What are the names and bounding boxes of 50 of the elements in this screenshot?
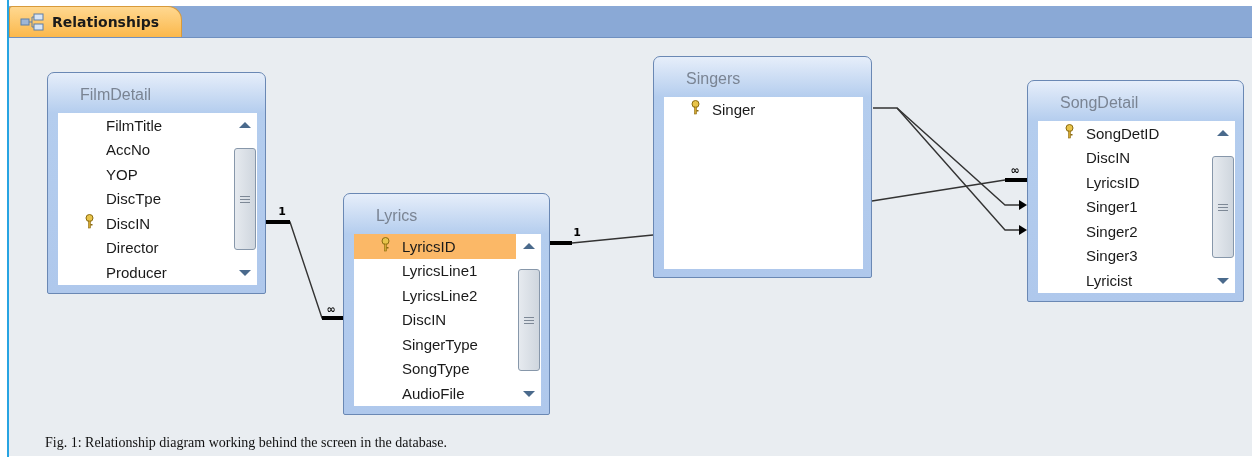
field-item[interactable]: Singer [664,97,863,122]
field-item[interactable]: Director [58,235,232,260]
field-item[interactable]: FilmTitle [58,113,232,138]
key-icon [1065,124,1074,139]
field-item[interactable]: Singer3 [1038,243,1210,268]
field-item[interactable]: DiscIN [354,307,516,332]
field-item[interactable]: LyricsID [354,234,516,259]
cardinality-label: 1 [278,205,286,218]
field-item[interactable]: DiscTpe [58,186,232,211]
field-item[interactable]: LyricsLine1 [354,258,516,283]
field-item[interactable]: YOP [58,162,232,187]
field-item[interactable]: SongDetID [1038,121,1210,146]
relationship-line[interactable] [871,178,1028,202]
table-window[interactable]: Singers Singer [653,56,872,278]
scroll-down-icon[interactable] [521,390,536,398]
field-item[interactable]: Singer1 [1038,194,1210,219]
scroll-up-icon[interactable] [237,121,252,129]
cardinality-label: ∞ [326,303,336,316]
field-item[interactable]: SongType [354,356,516,381]
scroll-up-icon[interactable] [521,242,536,250]
key-icon [381,237,390,252]
cardinality-label: 1 [573,226,581,239]
field-item[interactable]: Lyricist [1038,268,1210,293]
field-item[interactable]: Producer [58,260,232,285]
table-window[interactable]: Lyrics LyricsID LyricsLine1 LyricsLine2 DiscIN SingerType SongType AudioFile [343,193,550,415]
relationship-line[interactable] [896,107,1027,235]
key-icon [85,214,94,229]
scroll-up-icon[interactable] [1215,129,1230,137]
field-item[interactable]: AccNo [58,137,232,162]
table-title: FilmDetail [79,85,153,105]
table-window[interactable]: FilmDetail FilmTitle AccNo YOP DiscTpe DiscIN Director Producer [47,72,266,294]
relationships-tab[interactable]: Relationships [9,6,183,37]
field-item[interactable]: SingerType [354,332,516,357]
table-title: Lyrics [375,206,419,226]
relationships-icon [20,13,44,31]
field-item[interactable]: AudioFile [354,381,516,406]
table-title: SongDetail [1059,93,1140,113]
field-item[interactable]: Singer2 [1038,219,1210,244]
table-window[interactable]: SongDetail SongDetID DiscIN LyricsID Singer1 Singer2 Singer3 Lyricist [1027,80,1244,302]
cardinality-label: ∞ [1010,164,1020,177]
table-title: Singers [685,69,742,89]
field-item[interactable]: LyricsID [1038,170,1210,195]
key-icon [691,100,700,115]
figure-caption: Fig. 1: Relationship diagram working behind the screen in the database. [45,435,447,451]
relationship-line[interactable] [872,107,1027,210]
scroll-down-icon[interactable] [1215,277,1230,285]
field-item[interactable]: DiscIN [1038,145,1210,170]
scroll-down-icon[interactable] [237,269,252,277]
field-item[interactable]: LyricsLine2 [354,283,516,308]
field-item[interactable]: DiscIN [58,211,232,236]
